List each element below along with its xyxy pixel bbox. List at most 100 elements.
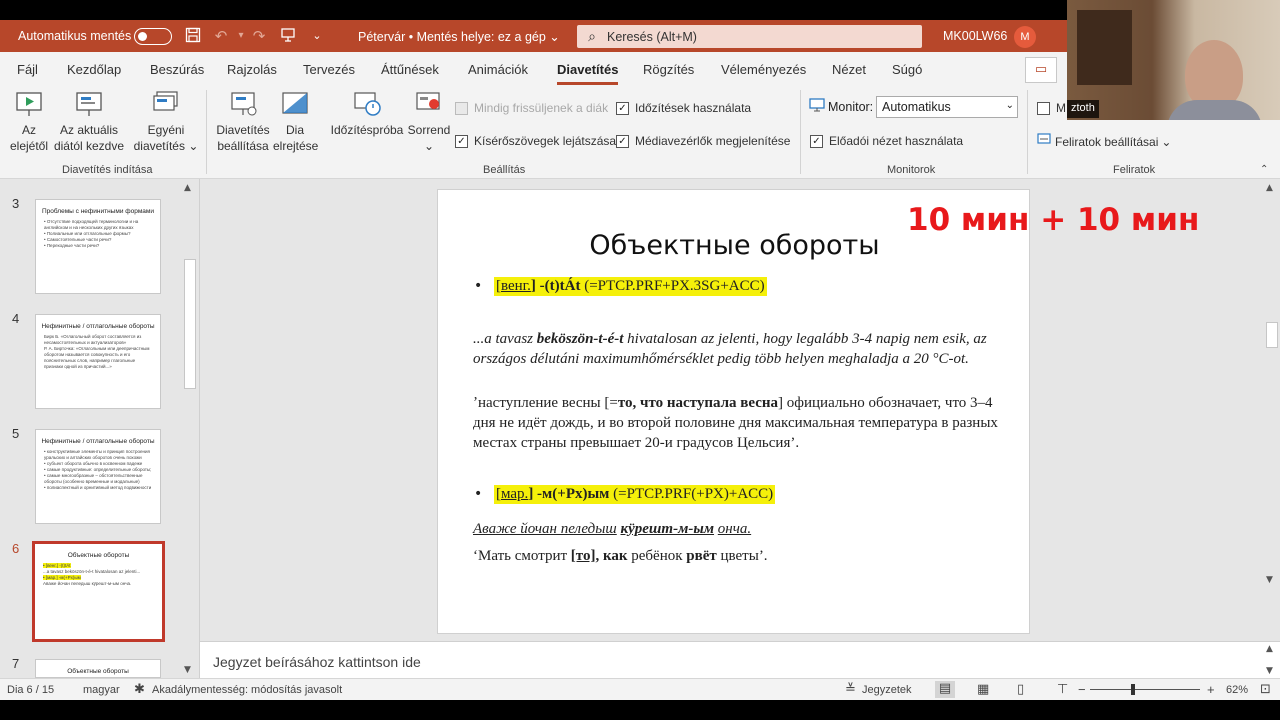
tab-review[interactable]: Véleményezés — [721, 62, 806, 77]
notes-pane[interactable]: Jegyzet beírásához kattintson ide ▲ ▼ — [200, 641, 1280, 679]
slide-scrollbar[interactable]: ▲ ▼ — [1264, 179, 1280, 589]
tab-view[interactable]: Nézet — [832, 62, 866, 77]
checkbox-box — [455, 101, 468, 115]
slide-thumbnail-7[interactable]: Объектные обороты — [35, 659, 161, 678]
thumbnail-line: Р. А. Бирточка: «Оглагольным или дееприч… — [44, 346, 150, 369]
tab-insert[interactable]: Beszúrás — [150, 62, 204, 77]
zoom-out-button[interactable]: − — [1078, 682, 1086, 697]
language-indicator[interactable]: magyar — [83, 684, 120, 696]
toggle-knob — [138, 31, 147, 41]
tab-help[interactable]: Súgó — [892, 62, 922, 77]
scrollbar-thumb[interactable] — [184, 259, 196, 389]
from-current-button[interactable]: Az aktuális diától kezdve — [50, 90, 128, 154]
hide-slide-button[interactable]: Dia elrejtése — [273, 90, 318, 154]
tab-animations[interactable]: Animációk — [468, 62, 528, 77]
tab-file[interactable]: Fájl — [17, 62, 38, 77]
mari-example[interactable]: Аваже йочан пеледыш кӱрешт-м-ым онча. — [473, 519, 1008, 539]
zoom-level[interactable]: 62% — [1226, 684, 1248, 696]
tab-home[interactable]: Kezdőlap — [67, 62, 121, 77]
from-beginning-button[interactable]: Az elejétől — [8, 90, 50, 154]
zoom-slider-track[interactable] — [1090, 689, 1200, 690]
custom-show-icon — [151, 90, 181, 118]
rehearse-timings-button[interactable]: Időzítéspróba — [328, 90, 406, 138]
scroll-down-icon[interactable]: ▼ — [1266, 575, 1273, 585]
fit-slide-icon[interactable]: ⊡ — [1260, 682, 1271, 697]
setup-show-icon — [228, 90, 258, 118]
custom-slideshow-button[interactable]: Egyéni diavetítés ⌄ — [132, 90, 200, 154]
accessibility-status[interactable]: Akadálymentesség: módosítás javasolt — [152, 684, 342, 696]
group-separator — [206, 90, 207, 174]
scroll-up-icon[interactable]: ▲ — [184, 183, 191, 193]
slide-sorter-icon[interactable]: ▦ — [977, 682, 989, 697]
tab-record[interactable]: Rögzítés — [643, 62, 694, 77]
bullet-mari[interactable]: [мар.] -м(+Рх)ым (=PTCP.PRF(+PX)+ACC) — [494, 485, 776, 504]
gloss: (=PTCP.PRF+PX.3SG+ACC) — [580, 278, 765, 294]
thumbnail-number: 3 — [12, 196, 20, 211]
notes-icon[interactable]: ≚ — [845, 682, 856, 697]
slide-thumbnail-4[interactable]: Нефинитные / отглагольные обороты Бирк Б… — [35, 314, 161, 409]
notes-toggle[interactable]: Jegyzetek — [862, 684, 912, 696]
record-icon — [414, 90, 444, 118]
avatar[interactable]: M — [1014, 26, 1036, 48]
play-narrations-label: Kísérőszövegek lejátszása — [474, 134, 617, 148]
zoom-slider-knob[interactable] — [1131, 684, 1135, 695]
play-narrations-checkbox[interactable]: ✓ Kísérőszövegek lejátszása — [455, 134, 616, 148]
group-separator — [1027, 90, 1028, 174]
keep-slides-updated-checkbox: Mindig frissüljenek a diák — [455, 101, 608, 115]
thumbnail-scrollbar[interactable]: ▲ ▼ — [182, 179, 198, 678]
slide-thumbnail-3[interactable]: Проблемы с нефинитными формами • Отсутст… — [35, 199, 161, 294]
presenter-view-checkbox[interactable]: ✓ Előadói nézet használata — [810, 134, 963, 148]
setup-label-1: Diavetítés — [216, 123, 270, 137]
tab-slideshow[interactable]: Diavetítés — [557, 62, 619, 85]
autosave-toggle[interactable] — [134, 28, 172, 45]
scrollbar-thumb[interactable] — [1266, 322, 1278, 348]
tab-design[interactable]: Tervezés — [303, 62, 355, 77]
slide-canvas[interactable]: Объектные обороты • [венг.] -(t)tÁt (=PT… — [437, 189, 1030, 634]
tab-transitions[interactable]: Áttűnések — [381, 62, 439, 77]
caption-settings-button[interactable]: Feliratok beállításai ⌄ — [1037, 133, 1171, 150]
record-button[interactable]: Sorrend ⌄ — [406, 90, 452, 154]
slide-thumbnail-6[interactable]: Объектные обороты • [венг.] -(t)tÁt ...a… — [32, 541, 165, 642]
setup-slideshow-button[interactable]: Diavetítés beállítása — [214, 90, 272, 154]
collapse-ribbon-icon[interactable]: ⌃ — [1260, 164, 1268, 175]
slideshow-view-icon[interactable]: ⊤ — [1057, 682, 1068, 697]
customize-toolbar-icon[interactable]: ⌄ — [308, 27, 326, 45]
search-box[interactable]: ⌕ Keresés (Alt+M) — [577, 25, 922, 48]
undo-dropdown-icon[interactable]: ▾ — [232, 27, 250, 45]
save-icon[interactable] — [184, 27, 202, 45]
reading-view-icon[interactable]: ▯ — [1017, 682, 1024, 697]
present-from-start-icon[interactable] — [279, 27, 297, 45]
timer-overlay-text: 10 мин + 10 мин — [907, 202, 1200, 238]
comments-icon[interactable]: ▭ — [1025, 57, 1057, 83]
custom-slideshow-label-1: Egyéni — [147, 123, 185, 137]
slide-thumbnail-pane[interactable]: 3 Проблемы с нефинитными формами • Отсут… — [0, 179, 200, 678]
slide-thumbnail-5[interactable]: Нефинитные / отглагольные обороты • конс… — [35, 429, 161, 524]
russian-translation[interactable]: ʼнаступление весны [=то, что наступала в… — [473, 393, 1008, 453]
mari-translation[interactable]: ‘Мать смотрит [то], как ребёнок рвёт цве… — [473, 546, 1008, 566]
use-timings-checkbox[interactable]: ✓ Időzítések használata — [616, 101, 751, 115]
bullet-hungarian[interactable]: [венг.] -(t)tÁt (=PTCP.PRF+PX.3SG+ACC) — [494, 277, 767, 296]
normal-view-icon[interactable]: ▤ — [935, 681, 955, 698]
thumbnail-highlight: • [мар.] -м(+Рх)ым — [43, 575, 81, 580]
thumbnail-title: Нефинитные / отглагольные обороты — [41, 438, 155, 445]
scroll-up-icon[interactable]: ▲ — [1266, 644, 1273, 654]
tab-draw[interactable]: Rajzolás — [227, 62, 277, 77]
hungarian-example[interactable]: ...a tavasz beköszön-t-é-t hivatalosan a… — [473, 329, 1008, 369]
scroll-down-icon[interactable]: ▼ — [1266, 666, 1273, 676]
scroll-down-icon[interactable]: ▼ — [184, 665, 191, 675]
undo-icon[interactable]: ↶ — [212, 27, 230, 45]
group-separator — [800, 90, 801, 174]
accessibility-icon[interactable]: ✱ — [134, 682, 145, 697]
show-media-controls-checkbox[interactable]: ✓ Médiavezérlők megjelenítése — [616, 134, 790, 148]
document-title[interactable]: Pétervár • Mentés helye: ez a gép ⌄ — [358, 29, 560, 44]
redo-icon[interactable]: ↷ — [250, 27, 268, 45]
from-beginning-label-1: Az — [21, 123, 36, 137]
user-name[interactable]: MK00LW66 — [943, 29, 1007, 43]
bottom-black-strip — [0, 700, 1280, 720]
zoom-in-button[interactable]: + — [1207, 682, 1215, 697]
subtitles-checkbox[interactable]: M — [1037, 101, 1066, 115]
scroll-up-icon[interactable]: ▲ — [1266, 183, 1273, 193]
notes-scrollbar[interactable]: ▲ ▼ — [1264, 642, 1280, 679]
monitor-select[interactable]: Automatikus ⌄ — [876, 96, 1018, 118]
thumbnail-number: 5 — [12, 426, 20, 441]
